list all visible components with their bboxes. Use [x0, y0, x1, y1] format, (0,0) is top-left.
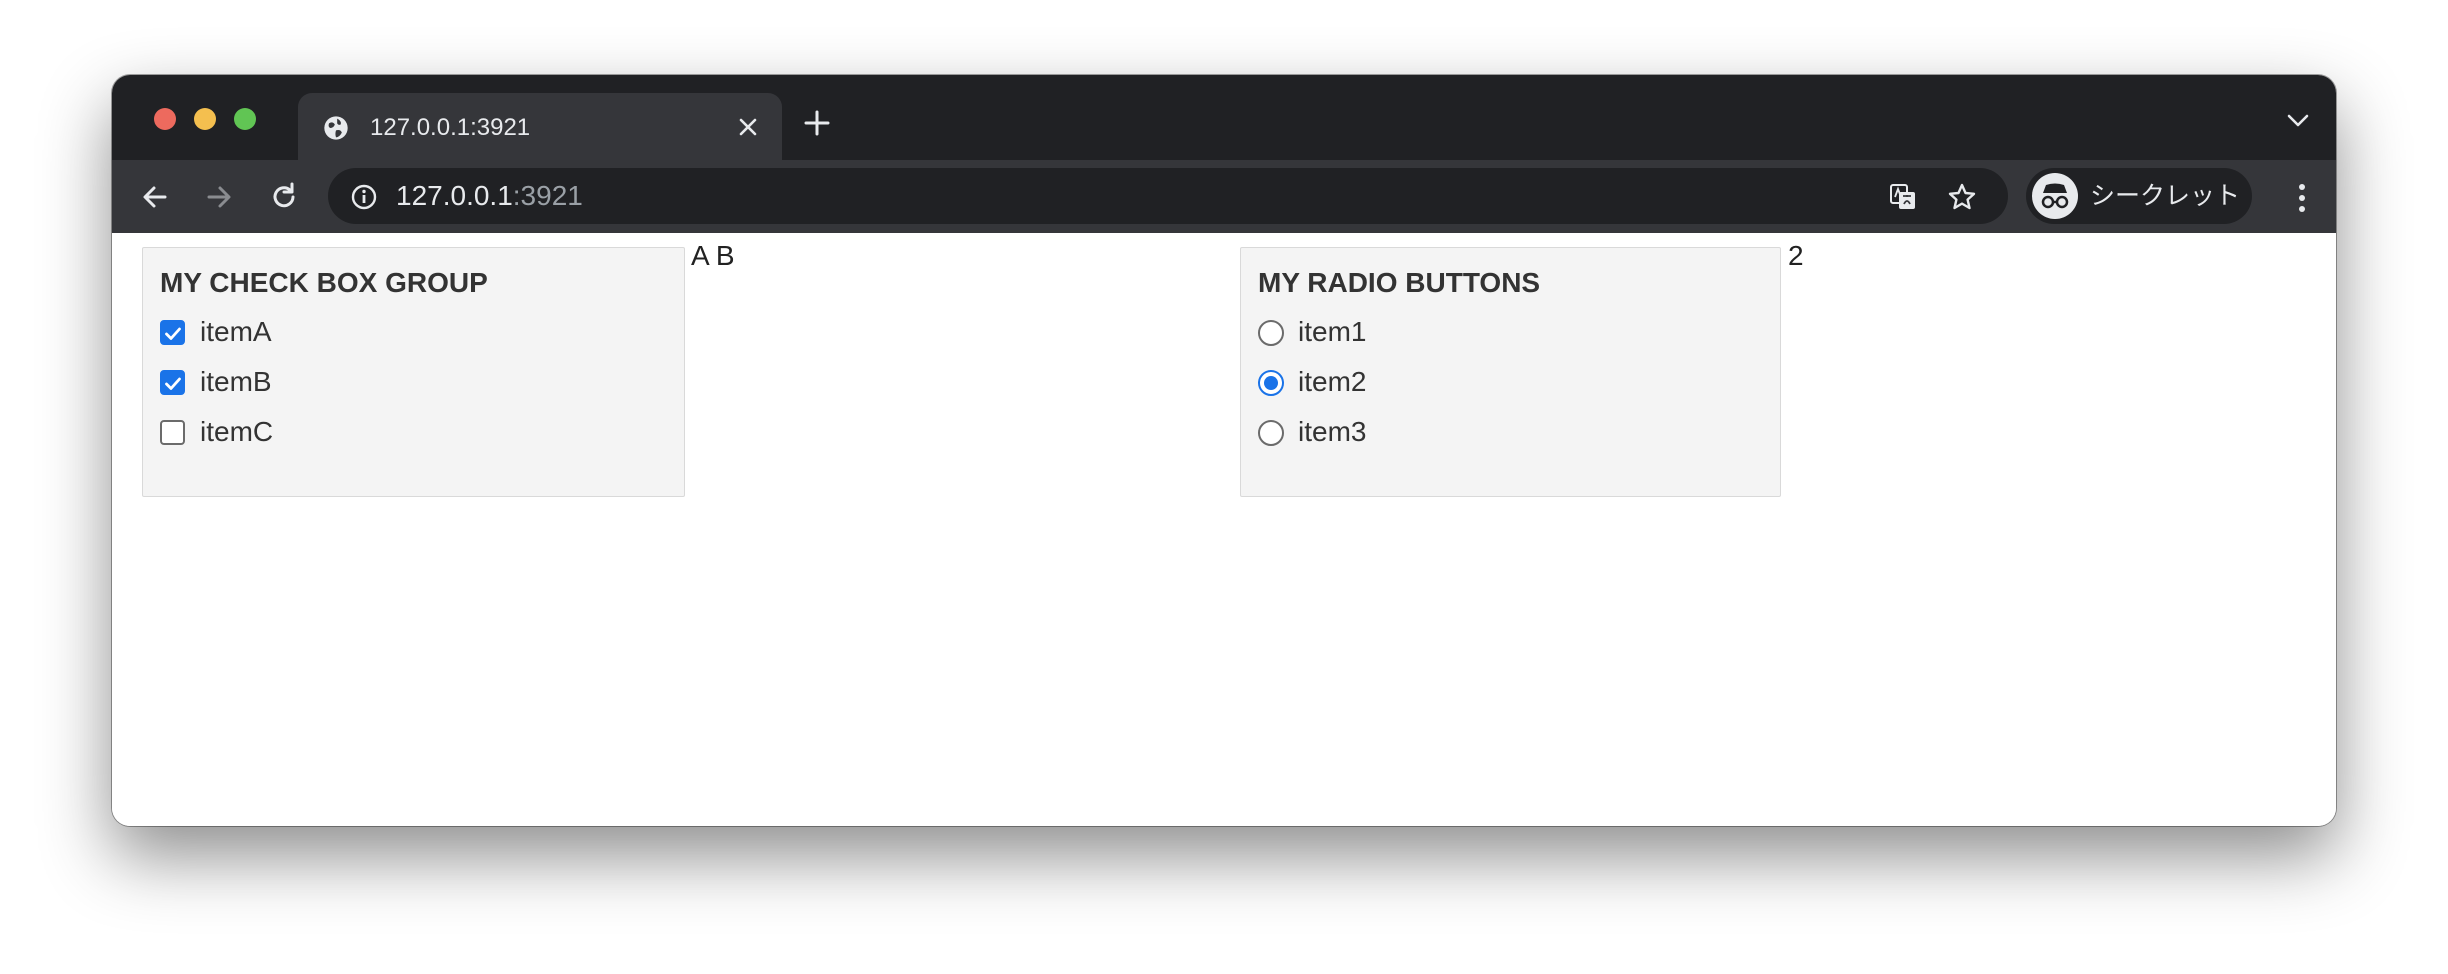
url-host: 127.0.0.1	[396, 180, 513, 211]
browser-window: 127.0.0.1:3921 127.0.0.1:3921 シークレット MY …	[112, 75, 2336, 826]
radio-1-label[interactable]: item1	[1298, 315, 1366, 349]
checkbox-output-text: A B	[691, 240, 735, 271]
maximize-window-button[interactable]	[234, 108, 256, 130]
close-icon[interactable]	[736, 115, 760, 139]
radio-item-1[interactable]: item1	[1258, 312, 1658, 352]
page-content: MY CHECK BOX GROUP itemA itemB itemC A B…	[112, 233, 2336, 826]
checkbox-c-label[interactable]: itemC	[200, 415, 273, 449]
info-icon[interactable]	[350, 183, 378, 211]
radio-group-title: MY RADIO BUTTONS	[1258, 267, 1541, 298]
checkbox-a-label[interactable]: itemA	[200, 315, 272, 349]
radio-group-panel: MY RADIO BUTTONS item1 item2 item3	[1240, 247, 1781, 497]
globe-icon	[324, 116, 348, 140]
close-window-button[interactable]	[154, 108, 176, 130]
minimize-window-button[interactable]	[194, 108, 216, 130]
checkbox-a[interactable]	[160, 320, 185, 345]
chevron-down-icon[interactable]	[2286, 111, 2310, 131]
checkbox-b[interactable]	[160, 370, 185, 395]
radio-1[interactable]	[1258, 320, 1284, 346]
arrow-right-icon[interactable]	[202, 180, 236, 214]
checkbox-b-label[interactable]: itemB	[200, 365, 272, 399]
radio-output-text: 2	[1788, 240, 1804, 271]
checkbox-item-b[interactable]: itemB	[160, 362, 560, 402]
tab-active[interactable]: 127.0.0.1:3921	[298, 93, 782, 160]
radio-2-label[interactable]: item2	[1298, 365, 1366, 399]
kebab-menu-icon[interactable]	[2298, 182, 2306, 214]
plus-icon[interactable]	[802, 108, 832, 138]
translate-icon[interactable]	[1888, 182, 1918, 212]
url-text: 127.0.0.1:3921	[396, 179, 583, 213]
url-port: :3921	[512, 180, 583, 211]
radio-3-label[interactable]: item3	[1298, 415, 1366, 449]
tab-title: 127.0.0.1:3921	[370, 114, 531, 141]
checkbox-c[interactable]	[160, 420, 185, 445]
star-icon[interactable]	[1946, 181, 1978, 213]
checkbox-group-panel: MY CHECK BOX GROUP itemA itemB itemC	[142, 247, 685, 497]
checkbox-item-a[interactable]: itemA	[160, 312, 560, 352]
radio-item-2[interactable]: item2	[1258, 362, 1658, 402]
radio-2[interactable]	[1258, 370, 1284, 396]
browser-toolbar: 127.0.0.1:3921 シークレット	[112, 160, 2336, 233]
address-bar[interactable]: 127.0.0.1:3921	[328, 168, 2008, 224]
incognito-icon	[2032, 173, 2078, 219]
radio-3[interactable]	[1258, 420, 1284, 446]
tab-strip: 127.0.0.1:3921	[112, 75, 2336, 160]
checkbox-group-title: MY CHECK BOX GROUP	[160, 267, 488, 298]
radio-item-3[interactable]: item3	[1258, 412, 1658, 452]
profile-button[interactable]: シークレット	[2026, 168, 2252, 224]
checkmark-icon	[165, 377, 181, 390]
arrow-left-icon[interactable]	[138, 180, 172, 214]
checkmark-icon	[165, 327, 181, 340]
profile-label: シークレット	[2090, 182, 2241, 210]
reload-icon[interactable]	[267, 180, 301, 214]
checkbox-item-c[interactable]: itemC	[160, 412, 560, 452]
